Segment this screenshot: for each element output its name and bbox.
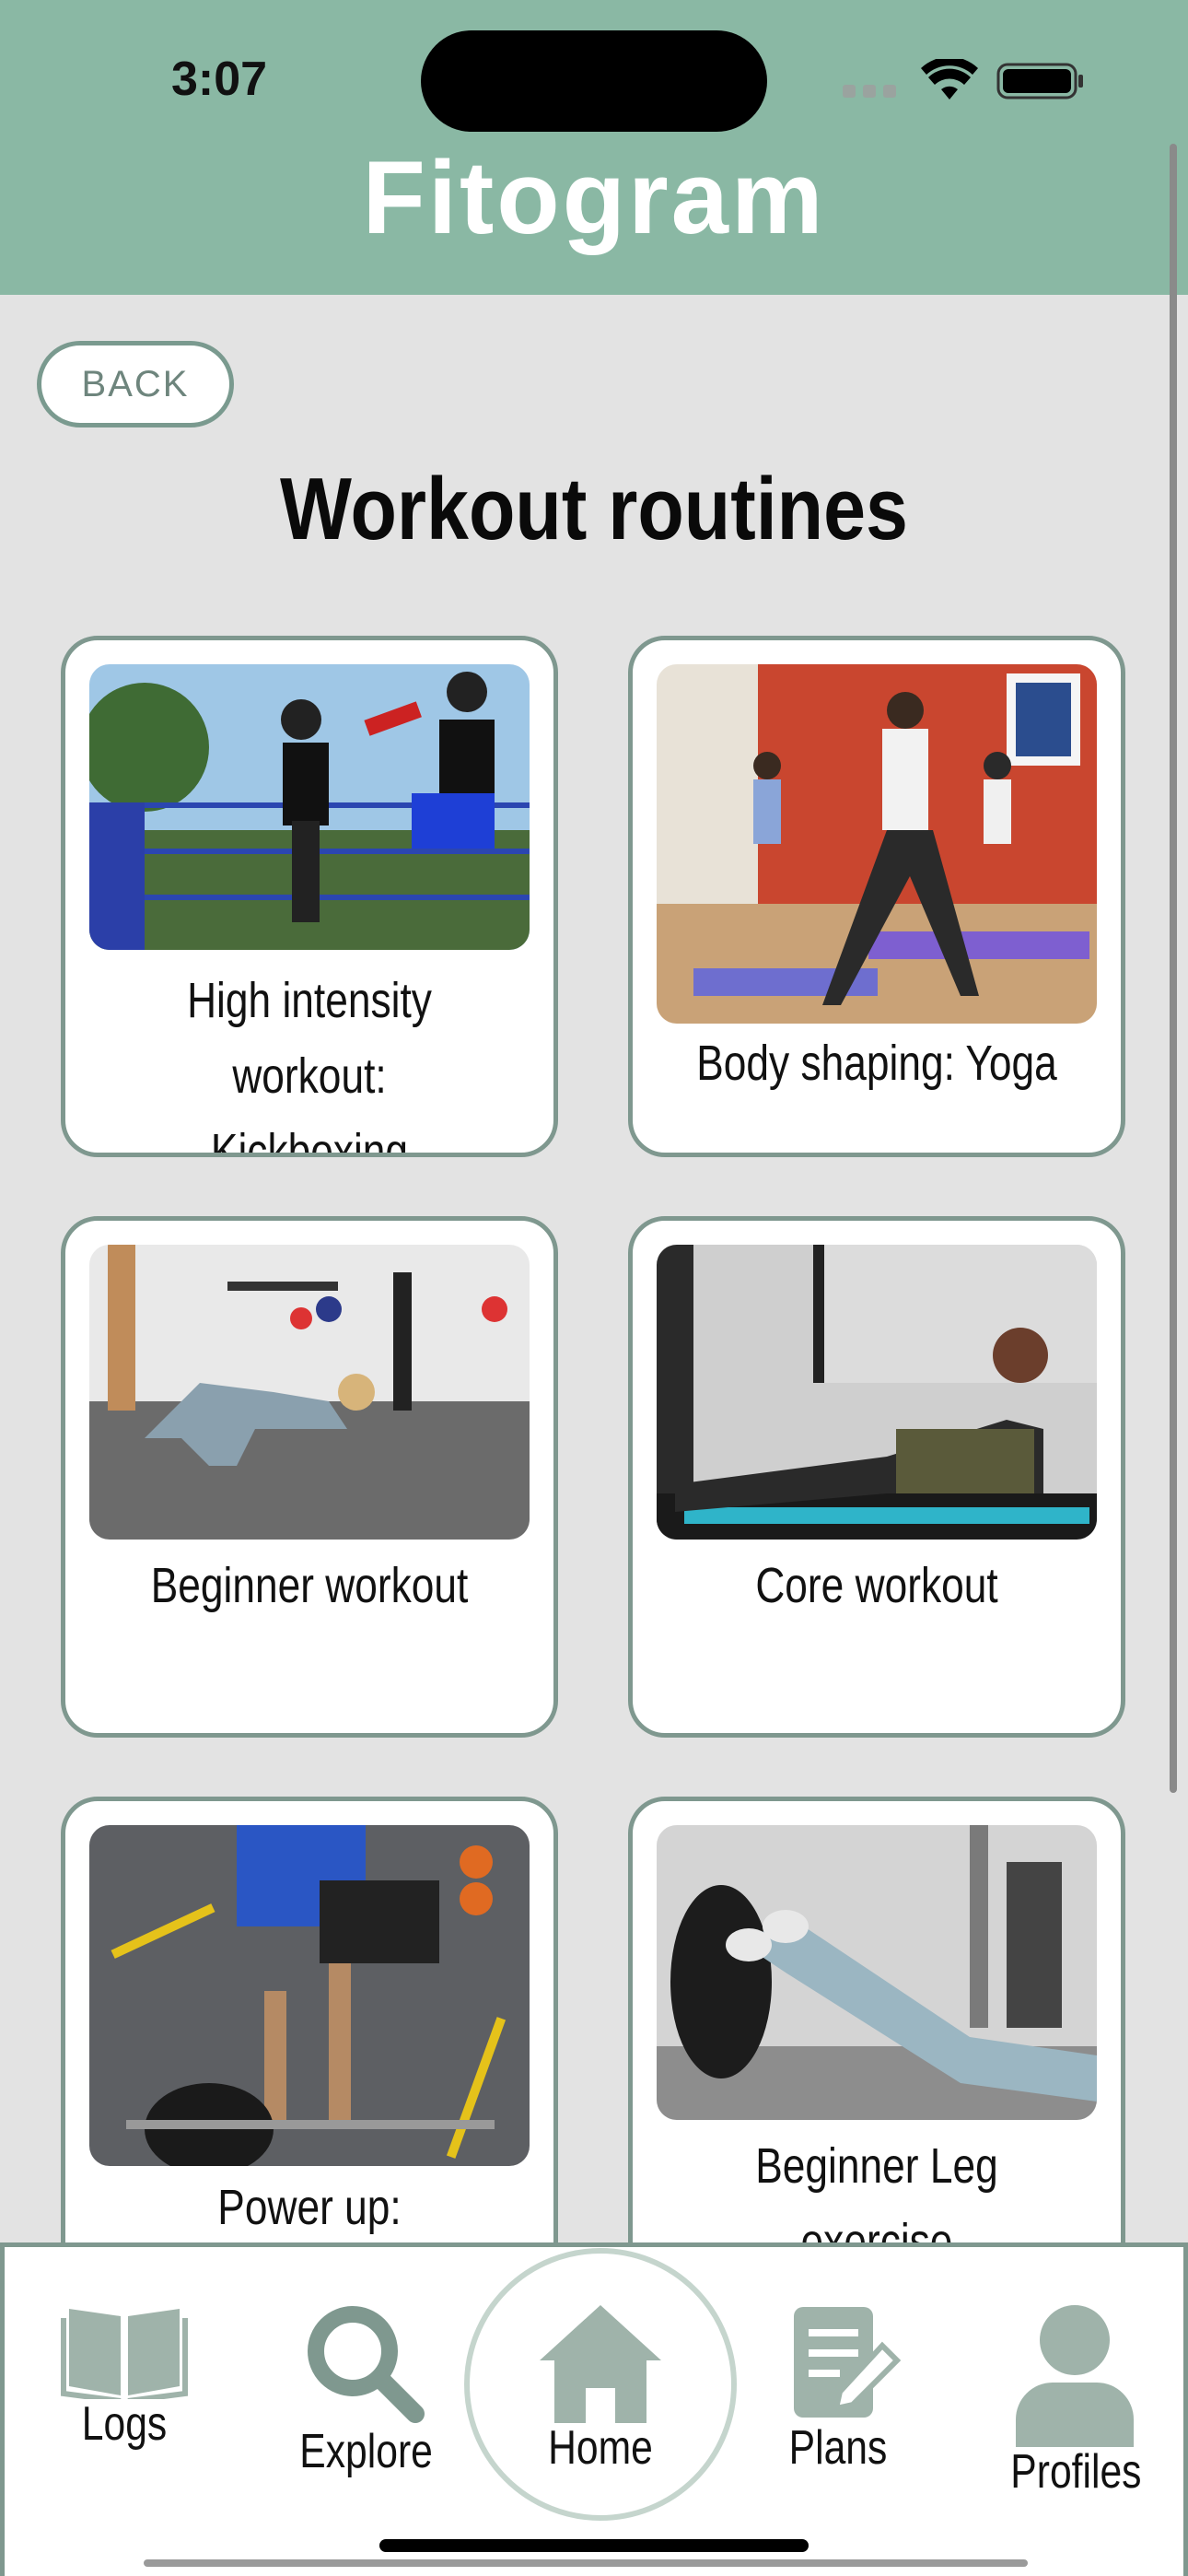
search-icon	[308, 2306, 425, 2423]
card-title-line2: Kickboxing	[210, 1124, 409, 1157]
tab-profiles[interactable]: Profiles	[996, 2301, 1153, 2500]
yoga-photo	[657, 664, 1097, 1024]
tab-label: Explore	[299, 2425, 433, 2478]
document-edit-icon	[794, 2307, 902, 2418]
home-icon	[540, 2305, 661, 2423]
workout-card-beginner[interactable]: Beginner workout	[61, 1216, 558, 1738]
tab-logs[interactable]: Logs	[46, 2298, 203, 2452]
page-title: Workout routines	[280, 460, 908, 558]
beginner-workout-photo	[89, 1245, 530, 1540]
card-label: Beginner workout	[117, 1548, 502, 1623]
tab-explore[interactable]: Explore	[285, 2298, 442, 2479]
card-title-line1: Core workout	[755, 1558, 998, 1613]
tab-label: Plans	[788, 2421, 888, 2475]
workout-card-yoga[interactable]: Body shaping: Yoga	[628, 636, 1125, 1157]
card-title-line1: Power up:	[217, 2180, 402, 2235]
app-header: 3:07 Fitogram	[0, 0, 1188, 295]
tab-label: Home	[548, 2421, 653, 2475]
card-label: High intensity workout: Kickboxing	[117, 963, 502, 1157]
card-title-line1: Beginner workout	[150, 1558, 469, 1613]
workout-card-leg-exercise[interactable]: Beginner Leg exercise	[628, 1797, 1125, 2318]
card-label: Core workout	[684, 1548, 1069, 1623]
battery-icon	[996, 63, 1083, 100]
card-label: Power up:	[117, 2170, 502, 2245]
workout-card-power-up[interactable]: Power up:	[61, 1797, 558, 2318]
wifi-icon	[921, 59, 978, 100]
tab-label: Profiles	[1010, 2445, 1142, 2499]
tab-label: Logs	[81, 2397, 168, 2451]
tab-home[interactable]: Home	[522, 2300, 679, 2476]
scrollbar[interactable]	[1170, 144, 1177, 1793]
card-label: Body shaping: Yoga	[684, 1025, 1069, 1101]
dynamic-island	[421, 30, 767, 132]
home-indicator[interactable]	[379, 2539, 809, 2552]
book-icon	[61, 2309, 188, 2404]
cellular-signal-icon	[843, 85, 896, 98]
back-button[interactable]: BACK	[37, 341, 234, 427]
core-workout-photo	[657, 1245, 1097, 1540]
power-up-photo	[89, 1825, 530, 2166]
card-title-line1: Body shaping: Yoga	[696, 1036, 1057, 1091]
workout-card-core[interactable]: Core workout	[628, 1216, 1125, 1738]
workout-card-kickboxing[interactable]: High intensity workout: Kickboxing	[61, 636, 558, 1157]
kickboxing-photo	[89, 664, 530, 950]
leg-exercise-photo	[657, 1825, 1097, 2120]
horizontal-scrollbar	[144, 2559, 1028, 2567]
card-title-line1: High intensity workout:	[187, 973, 432, 1104]
person-icon	[1016, 2305, 1134, 2447]
tab-plans[interactable]: Plans	[760, 2298, 916, 2476]
status-time: 3:07	[171, 53, 268, 106]
app-title: Fitogram	[362, 140, 826, 255]
